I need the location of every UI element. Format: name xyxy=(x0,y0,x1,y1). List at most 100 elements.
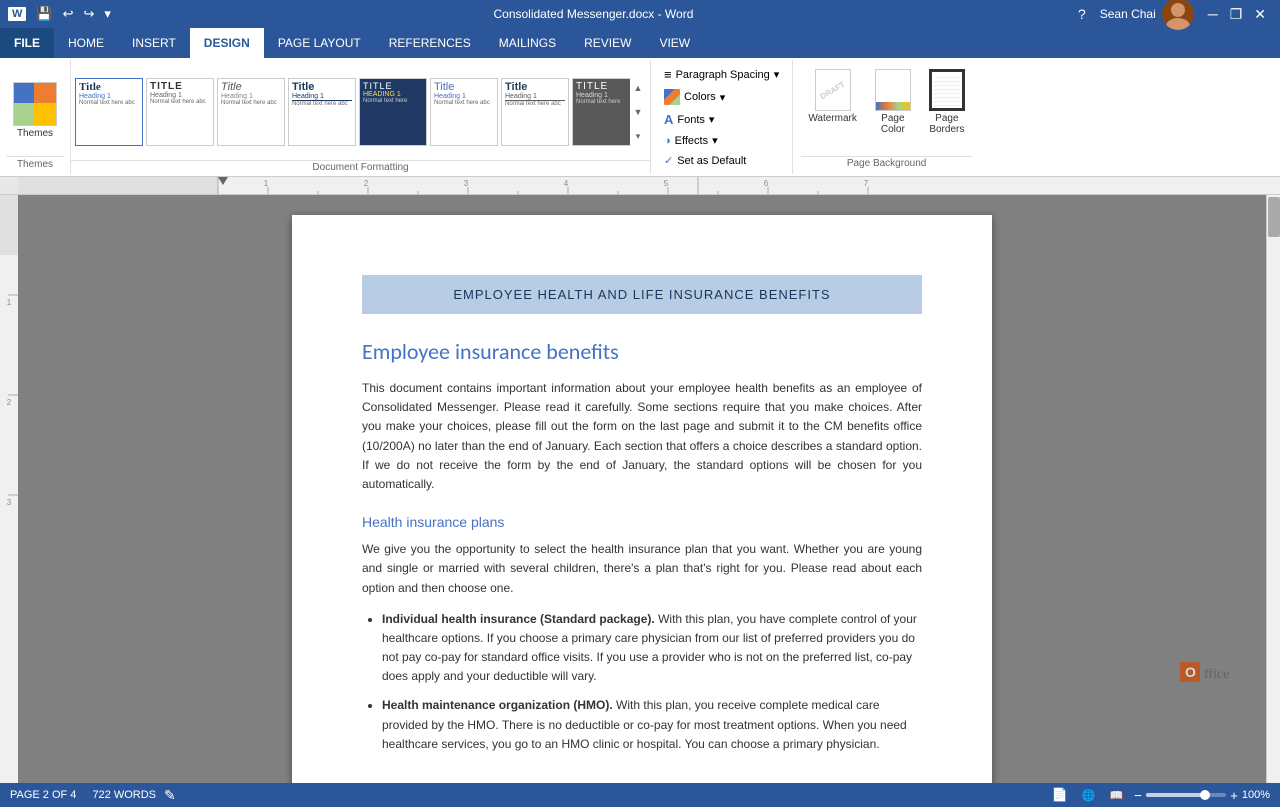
view-print-button[interactable]: 📄 xyxy=(1049,787,1071,803)
themes-group-label: Themes xyxy=(6,156,64,170)
document-health-intro: We give you the opportunity to select th… xyxy=(362,540,922,598)
redo-button[interactable]: ↪ xyxy=(79,4,98,24)
effects-icon: ◑ xyxy=(664,135,671,147)
page-background-content: DRAFT Watermark PageColor PageBorde xyxy=(801,64,972,156)
bullet-item-2: Health maintenance organization (HMO). W… xyxy=(382,696,922,754)
gallery-scroll-down[interactable]: ▼ xyxy=(630,100,646,124)
ruler-corner xyxy=(0,177,18,194)
document-edit-mode-icon[interactable]: ✎ xyxy=(164,787,176,804)
document-intro: This document contains important informa… xyxy=(362,379,922,494)
style-item-3[interactable]: Title Heading 1 Normal text here abc xyxy=(217,78,285,146)
page-borders-button[interactable]: PageBorders xyxy=(922,64,972,140)
colors-chevron: ▾ xyxy=(720,91,726,104)
style-item-5[interactable]: TITLE HEADING 1 Normal text here xyxy=(359,78,427,146)
document-page: EMPLOYEE HEALTH AND LIFE INSURANCE BENEF… xyxy=(292,215,992,783)
style-item-6[interactable]: Title Heading 1 Normal text here abc xyxy=(430,78,498,146)
themes-label: Themes xyxy=(17,128,53,139)
zoom-level: 100% xyxy=(1242,789,1270,801)
document-scroll-area[interactable]: EMPLOYEE HEALTH AND LIFE INSURANCE BENEF… xyxy=(18,195,1266,783)
view-read-button[interactable]: 📖 xyxy=(1107,789,1127,802)
svg-text:1: 1 xyxy=(7,298,12,307)
svg-text:3: 3 xyxy=(7,498,12,507)
vertical-ruler: 1 2 3 xyxy=(0,195,18,783)
tab-review[interactable]: REVIEW xyxy=(570,28,645,58)
tab-insert[interactable]: INSERT xyxy=(118,28,190,58)
style-gallery-items: Title Heading 1 Normal text here abc TIT… xyxy=(75,78,630,146)
zoom-in-button[interactable]: + xyxy=(1230,788,1238,803)
doc-format-group: ≡ Paragraph Spacing ▾ Colors ▾ A Fonts ▾ xyxy=(651,60,793,174)
view-web-button[interactable]: 🌐 xyxy=(1079,789,1099,802)
restore-button[interactable]: ❐ xyxy=(1224,4,1249,25)
tab-references[interactable]: REFERENCES xyxy=(375,28,485,58)
gallery-more[interactable]: ▾ xyxy=(630,124,646,148)
style-item-1[interactable]: Title Heading 1 Normal text here abc xyxy=(75,78,143,146)
style-item-7[interactable]: Title Heading 1 Normal text here abc xyxy=(501,78,569,146)
indent-marker xyxy=(218,177,228,185)
svg-text:O: O xyxy=(1185,664,1196,680)
effects-button[interactable]: ◑ Effects ▾ xyxy=(659,131,784,150)
fonts-chevron: ▾ xyxy=(709,113,715,126)
undo-button[interactable]: ↩ xyxy=(59,4,78,24)
themes-button[interactable]: Themes xyxy=(6,77,64,144)
zoom-out-button[interactable]: − xyxy=(1134,788,1142,803)
style-item-4[interactable]: Title Heading 1 Normal text here abc xyxy=(288,78,356,146)
page-borders-icon xyxy=(929,69,965,111)
themes-group-content: Themes xyxy=(6,64,64,156)
save-button[interactable]: 💾 xyxy=(32,4,56,24)
gallery-scroll-up[interactable]: ▲ xyxy=(630,76,646,100)
tab-page-layout[interactable]: PAGE LAYOUT xyxy=(264,28,375,58)
themes-group: Themes Themes xyxy=(0,60,71,174)
document-h1: Employee insurance benefits xyxy=(362,338,922,365)
checkmark-icon: ✓ xyxy=(664,154,673,167)
window-controls: ─ ❐ ✕ xyxy=(1202,4,1272,25)
page-background-group: DRAFT Watermark PageColor PageBorde xyxy=(793,60,980,174)
svg-text:2: 2 xyxy=(364,179,369,188)
word-icon: W xyxy=(8,7,26,21)
tab-home[interactable]: HOME xyxy=(54,28,118,58)
colors-icon xyxy=(664,89,680,105)
close-button[interactable]: ✕ xyxy=(1248,4,1272,25)
document-formatting-label: Document Formatting xyxy=(71,160,650,174)
user-area: Sean Chai xyxy=(1100,0,1194,30)
colors-label: Colors xyxy=(684,91,716,103)
bullet-2-bold: Health maintenance organization (HMO). xyxy=(382,698,613,712)
tab-mailings[interactable]: MAILINGS xyxy=(485,28,570,58)
style-item-8[interactable]: TITLE Heading 1 Normal text here xyxy=(572,78,630,146)
themes-icon xyxy=(13,82,57,126)
main-area: 1 2 3 EMPLOYEE HEALTH AND LIFE INSURANCE… xyxy=(0,195,1280,783)
tab-view[interactable]: VIEW xyxy=(645,28,704,58)
title-bar-right: ? Sean Chai ─ ❐ ✕ xyxy=(1072,0,1272,30)
watermark-button[interactable]: DRAFT Watermark xyxy=(801,64,864,129)
set-as-default-button[interactable]: ✓ Set as Default xyxy=(659,151,784,170)
page-background-label: Page Background xyxy=(801,156,972,170)
vertical-scrollbar[interactable] xyxy=(1266,195,1280,783)
scrollbar-thumb[interactable] xyxy=(1268,197,1280,237)
svg-text:7: 7 xyxy=(864,179,869,188)
style-item-2[interactable]: TITLE Heading 1 Normal text here abc xyxy=(146,78,214,146)
paragraph-spacing-button[interactable]: ≡ Paragraph Spacing ▾ xyxy=(659,64,784,85)
status-right: 📄 🌐 📖 − + 100% xyxy=(1049,787,1270,803)
page-color-button[interactable]: PageColor xyxy=(868,64,918,140)
tab-file[interactable]: FILE xyxy=(0,28,54,58)
effects-label: Effects xyxy=(675,135,708,147)
svg-text:2: 2 xyxy=(7,398,12,407)
paragraph-spacing-label: Paragraph Spacing xyxy=(676,69,770,81)
svg-text:ffice: ffice xyxy=(1204,667,1229,682)
page-borders-label: PageBorders xyxy=(929,113,964,135)
zoom-area: − + 100% xyxy=(1134,788,1270,803)
minimize-button[interactable]: ─ xyxy=(1202,4,1224,25)
gallery-scroll-controls: ▲ ▼ ▾ xyxy=(630,76,646,148)
fonts-icon: A xyxy=(664,112,673,127)
help-button[interactable]: ? xyxy=(1072,4,1092,24)
colors-button[interactable]: Colors ▾ xyxy=(659,86,784,108)
zoom-slider[interactable] xyxy=(1146,793,1226,797)
bullet-1-bold: Individual health insurance (Standard pa… xyxy=(382,612,655,626)
zoom-track-fill xyxy=(1146,793,1202,797)
avatar xyxy=(1162,0,1194,30)
customize-qat-button[interactable]: ▾ xyxy=(100,4,115,24)
page-color-label: PageColor xyxy=(881,113,905,135)
zoom-thumb[interactable] xyxy=(1200,790,1210,800)
tab-design[interactable]: DESIGN xyxy=(190,28,264,58)
fonts-button[interactable]: A Fonts ▾ xyxy=(659,109,784,130)
ribbon: FILE HOME INSERT DESIGN PAGE LAYOUT REFE… xyxy=(0,28,1280,177)
